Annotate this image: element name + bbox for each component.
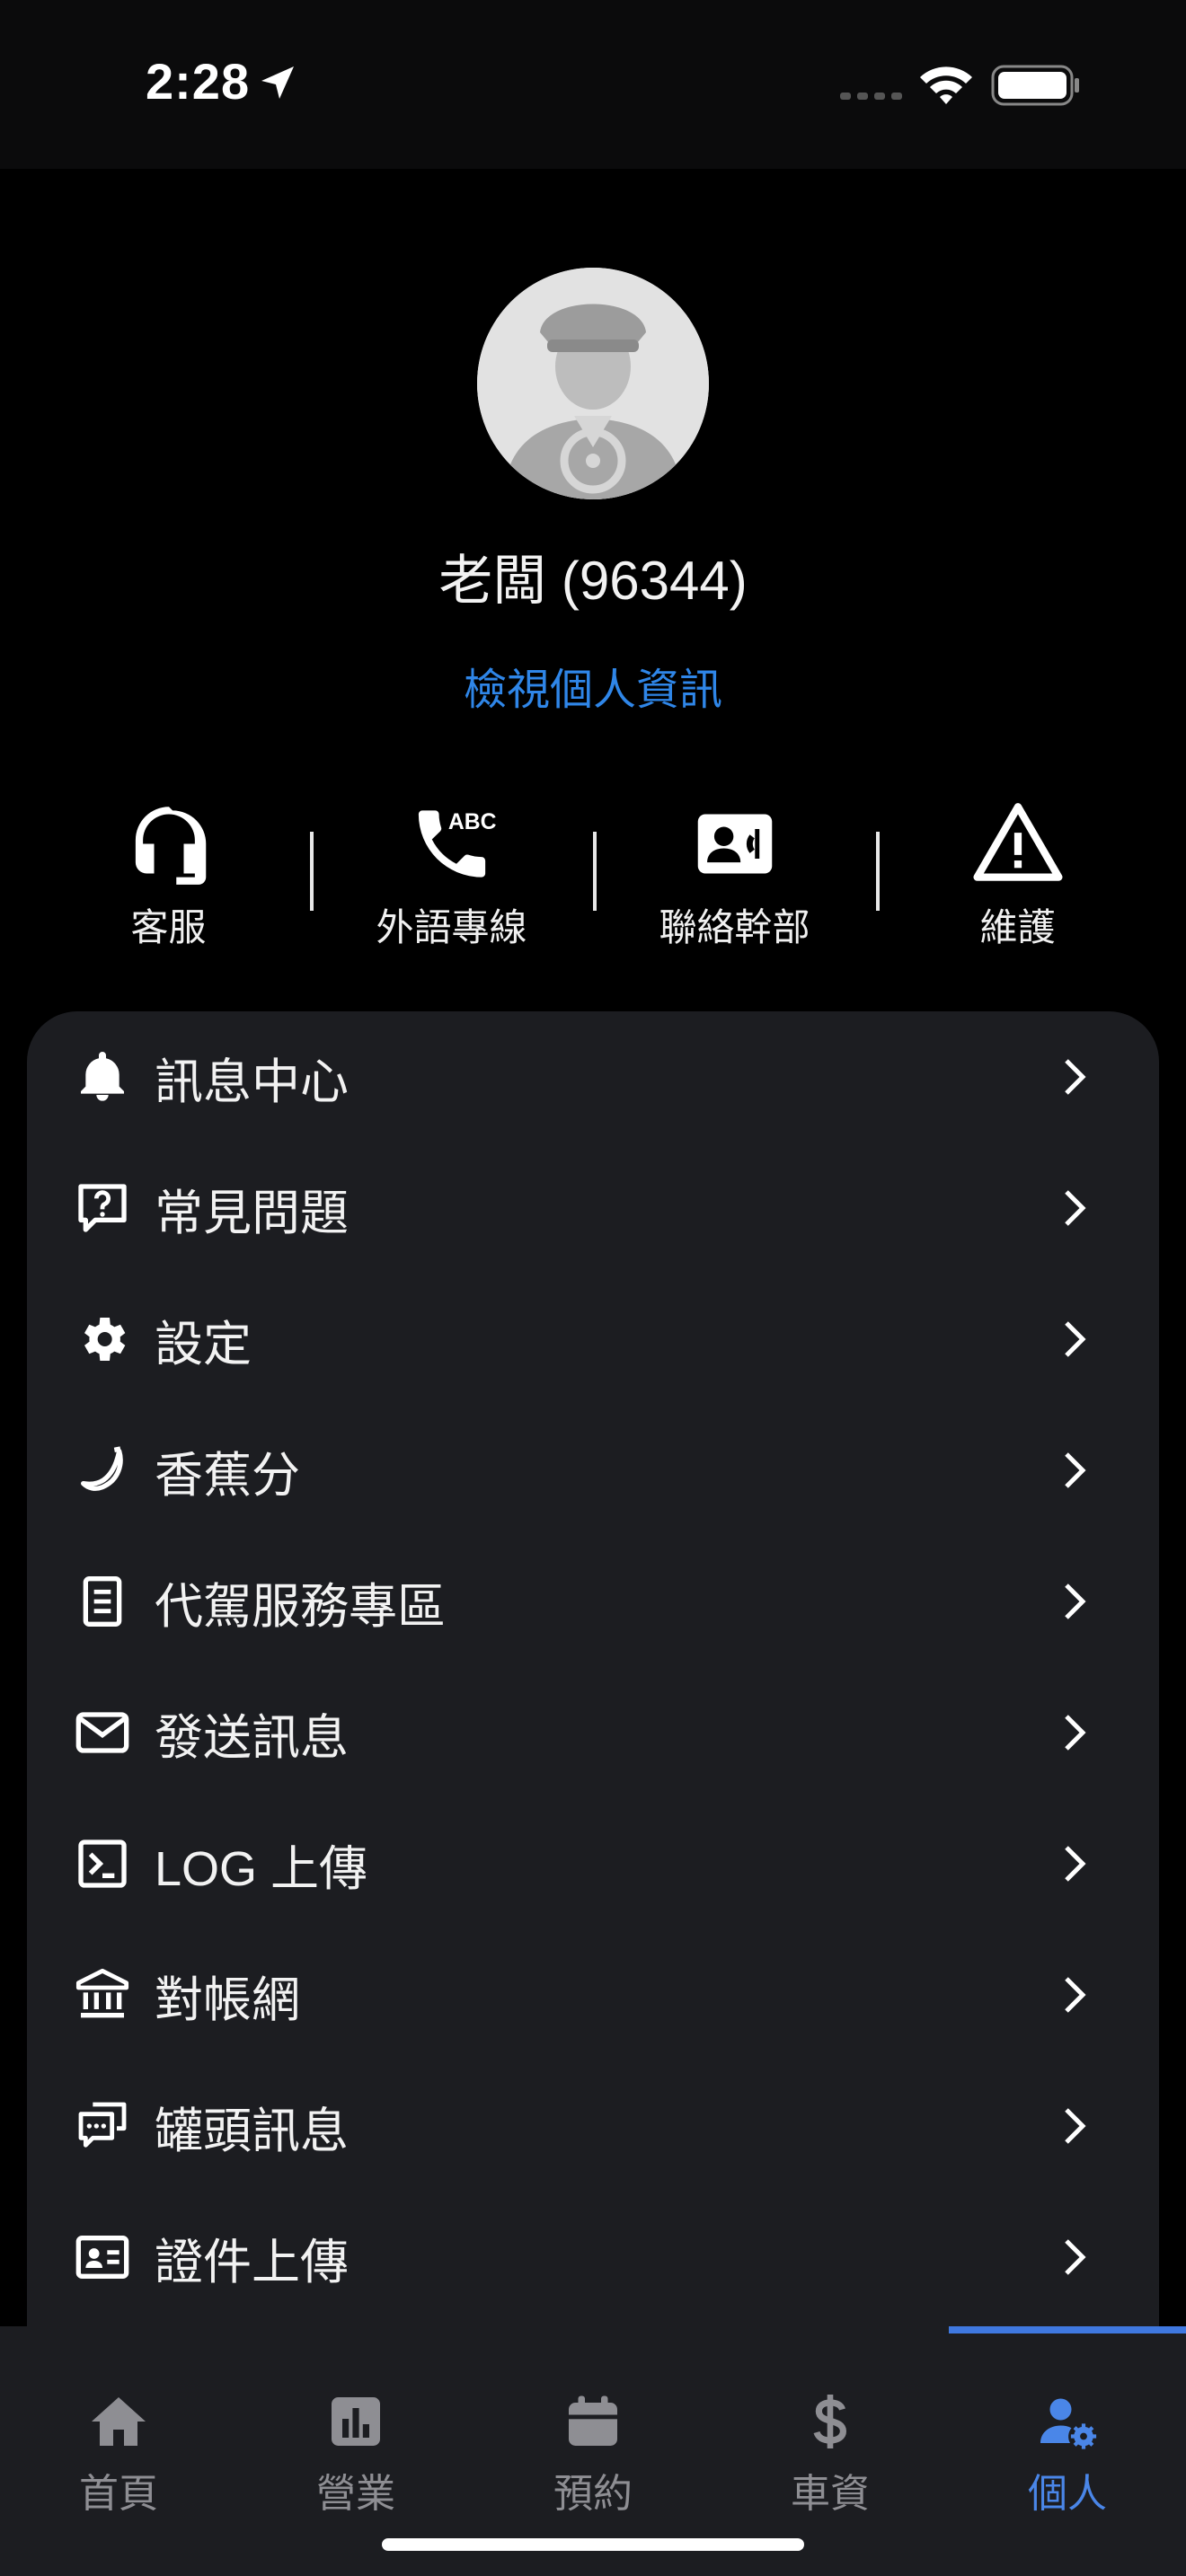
terminal-icon (78, 1839, 127, 1888)
mail-icon (75, 1712, 129, 1753)
menu-item-message-center[interactable]: 訊息中心 (27, 1011, 1159, 1142)
menu-item-settings[interactable]: 設定 (27, 1274, 1159, 1405)
quick-action-label: 維護 (979, 906, 1056, 948)
quick-action-contact-staff[interactable]: 聯絡幹部 (593, 790, 876, 952)
menu-item-canned-messages[interactable]: 罐頭訊息 (27, 2060, 1159, 2192)
home-icon (92, 2397, 146, 2446)
menu-item-label: 罐頭訊息 (155, 2104, 349, 2158)
menu-item-log-upload[interactable]: LOG 上傳 (27, 1798, 1159, 1929)
home-indicator[interactable] (382, 2538, 804, 2551)
menu-item-faq[interactable]: 常見問題 (27, 1142, 1159, 1274)
profile-name: 老闆 (96344) (438, 551, 748, 611)
divider (876, 832, 880, 911)
banana-icon (81, 1446, 123, 1491)
tab-label: 個人 (1028, 2472, 1107, 2516)
menu-item-label: 香蕉分 (155, 1448, 300, 1503)
question-chat-icon (78, 1184, 127, 1232)
quick-action-customer-service[interactable]: 客服 (27, 790, 310, 952)
menu-item-label: 對帳網 (155, 1972, 300, 2027)
status-time: 2:28 (146, 53, 251, 110)
quick-action-foreign-language[interactable]: ABC 外語專線 (310, 790, 593, 952)
menu-item-label: 設定 (155, 1317, 252, 1372)
menu-item-label: 常見問題 (155, 1186, 349, 1240)
battery-icon (991, 65, 1079, 106)
chevron-right-icon (1065, 2108, 1086, 2144)
menu-item-send-message[interactable]: 發送訊息 (27, 1667, 1159, 1798)
document-icon (83, 1576, 122, 1627)
location-arrow-icon (261, 66, 294, 99)
warning-icon (973, 803, 1062, 881)
phone-abc-icon: ABC (418, 810, 496, 878)
view-profile-link[interactable]: 檢視個人資訊 (0, 654, 1186, 717)
tab-label: 首頁 (79, 2472, 158, 2516)
headset-icon (135, 807, 206, 885)
chevron-right-icon (1065, 1452, 1086, 1488)
bell-icon (81, 1052, 124, 1101)
quick-action-label: 客服 (130, 906, 207, 948)
chart-icon (332, 2397, 380, 2446)
tab-label: 車資 (791, 2472, 870, 2516)
tab-personal[interactable]: 個人 (949, 2389, 1186, 2519)
divider (593, 832, 597, 911)
wifi-icon (920, 66, 972, 104)
menu-item-label: 發送訊息 (155, 1710, 349, 1765)
menu-item-label: LOG 上傳 (155, 1841, 368, 1896)
menu-item-label: 代駕服務專區 (155, 1579, 446, 1634)
menu-item-label: 訊息中心 (155, 1054, 349, 1109)
chevron-right-icon (1065, 2239, 1086, 2275)
divider (310, 832, 314, 911)
chevron-right-icon (1065, 1715, 1086, 1751)
tab-home[interactable]: 首頁 (0, 2389, 237, 2519)
menu-item-document-upload[interactable]: 證件上傳 (27, 2192, 1159, 2323)
quick-action-maintenance[interactable]: 維護 (876, 790, 1159, 952)
menu-item-designated-driver[interactable]: 代駕服務專區 (27, 1536, 1159, 1667)
chevron-right-icon (1065, 1584, 1086, 1619)
menu-item-label: 證件上傳 (155, 2235, 349, 2289)
menu-item-reconciliation[interactable]: 對帳網 (27, 1929, 1159, 2060)
menu-item-banana-points[interactable]: 香蕉分 (27, 1405, 1159, 1536)
cellular-signal-icon (840, 93, 902, 100)
user-gear-icon (1040, 2398, 1097, 2449)
chevron-right-icon (1065, 1977, 1086, 2013)
contact-card-icon (697, 814, 772, 874)
tab-fare[interactable]: 車資 (712, 2389, 949, 2519)
bank-icon (75, 1968, 129, 2018)
svg-text:ABC: ABC (447, 810, 496, 834)
quick-action-label: 外語專線 (376, 906, 527, 948)
driver-avatar-icon (477, 268, 709, 499)
tab-business[interactable]: 營業 (237, 2389, 474, 2519)
quick-actions: 客服 ABC 外語專線 聯絡幹部 維護 (27, 790, 1159, 952)
active-tab-indicator (949, 2326, 1186, 2333)
quick-action-label: 聯絡幹部 (659, 906, 810, 948)
chevron-right-icon (1065, 1321, 1086, 1357)
dollar-icon (813, 2395, 847, 2448)
calendar-icon (569, 2395, 617, 2446)
chevron-right-icon (1065, 1190, 1086, 1226)
tab-label: 預約 (553, 2472, 633, 2516)
gear-icon (84, 1318, 126, 1361)
chevron-right-icon (1065, 1059, 1086, 1095)
avatar[interactable] (477, 268, 709, 499)
chevron-right-icon (1065, 1846, 1086, 1882)
id-card-icon (75, 2236, 129, 2279)
status-bar: 2:28 (0, 0, 1186, 169)
tab-label: 營業 (316, 2472, 395, 2516)
chat-bubbles-icon (78, 2102, 127, 2148)
tab-reservation[interactable]: 預約 (474, 2389, 712, 2519)
